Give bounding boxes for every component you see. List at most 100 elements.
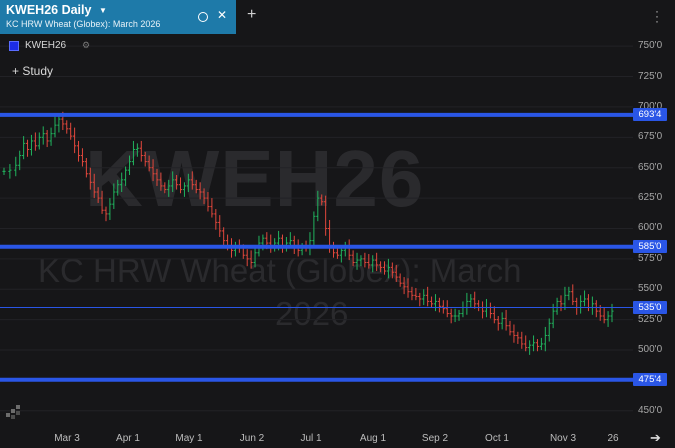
ohlc-bar — [602, 307, 606, 324]
ohlc-bar — [139, 140, 143, 162]
ohlc-bar — [582, 290, 587, 307]
level-badge: 693'4 — [633, 108, 667, 122]
ohlc-bar — [461, 301, 465, 318]
ohlc-bar — [586, 294, 591, 312]
ohlc-bar — [347, 239, 351, 261]
ohlc-bar — [406, 278, 410, 298]
time-tick-label: Jul 1 — [300, 433, 322, 444]
ohlc-bar — [512, 324, 516, 343]
ohlc-bar — [579, 295, 583, 314]
ohlc-bar — [331, 241, 336, 258]
ohlc-bar — [116, 179, 120, 196]
ohlc-bar — [167, 179, 171, 197]
ohlc-bar — [178, 177, 183, 194]
ohlc-bar — [492, 306, 496, 324]
ohlc-bar — [524, 335, 528, 352]
ohlc-bar — [182, 182, 187, 197]
ohlc-bar — [484, 298, 489, 318]
time-tick-label: Mar 3 — [54, 433, 80, 444]
ohlc-bar — [473, 291, 477, 309]
price-axis[interactable]: 750'0 725'0 700'0 675'0 650'0 625'0 600'0 575'0… — [633, 34, 675, 426]
ohlc-bar — [402, 277, 406, 295]
time-tick-label: Oct 1 — [485, 433, 509, 444]
ohlc-bar — [539, 337, 543, 351]
add-study-button[interactable]: + Study — [12, 64, 53, 78]
time-tick-label: Sep 2 — [421, 433, 449, 444]
gear-icon[interactable]: ⚙ — [82, 40, 90, 51]
ohlc-bar — [480, 301, 485, 319]
time-tick-label: Nov 3 — [549, 433, 577, 444]
ohlc-bar — [186, 173, 190, 193]
ohlc-bar — [528, 340, 532, 355]
ohlc-bar — [253, 247, 257, 268]
ohlc-bar — [194, 179, 198, 194]
ohlc-bar — [477, 300, 481, 312]
ohlc-bar — [414, 288, 418, 301]
ohlc-bar — [100, 190, 104, 214]
ohlc-bar — [394, 264, 398, 282]
ohlc-bar — [57, 114, 61, 133]
ohlc-bar — [520, 331, 524, 349]
ohlc-bar — [155, 168, 159, 186]
chevron-right-icon[interactable]: ➔ — [650, 430, 661, 446]
ohlc-bar — [555, 297, 559, 315]
ohlc-bar — [351, 250, 355, 267]
ohlc-bar — [445, 300, 449, 318]
ohlc-bar — [163, 182, 167, 194]
price-tick-label: 625'0 — [638, 192, 663, 204]
ohlc-bar — [563, 286, 567, 310]
ohlc-bar — [171, 171, 175, 193]
series-color-swatch — [9, 41, 19, 51]
ohlc-bar — [422, 289, 426, 306]
ohlc-bar — [339, 246, 343, 263]
ohlc-bar — [218, 215, 222, 237]
ohlc-bar — [269, 234, 273, 253]
ohlc-bar — [124, 166, 128, 186]
ohlc-bar — [131, 140, 136, 166]
ohlc-bar — [469, 294, 473, 308]
ohlc-bar — [312, 211, 316, 247]
ohlc-bar — [49, 127, 53, 146]
ohlc-bar — [590, 296, 594, 315]
ohlc-bar — [508, 320, 512, 336]
ohlc-bar — [112, 183, 116, 210]
ohlc-bar — [375, 252, 379, 272]
price-bars — [2, 111, 614, 355]
ohlc-bar — [433, 294, 438, 312]
level-lines — [0, 112, 633, 382]
ohlc-bar — [206, 192, 210, 212]
level-badge: 585'0 — [633, 240, 667, 254]
ohlc-bar — [571, 284, 575, 306]
ohlc-bar — [367, 254, 371, 269]
ohlc-bar — [504, 309, 508, 331]
ohlc-bar — [37, 132, 41, 150]
level-badge: 535'0 — [633, 300, 667, 314]
time-tick-label: Jun 2 — [239, 433, 265, 444]
time-tick-label: Apr 1 — [116, 433, 140, 444]
price-tick-label: 750'0 — [638, 40, 663, 52]
ohlc-bar — [245, 249, 249, 267]
legend-symbol: KWEH26 — [25, 40, 67, 51]
price-tick-label: 450'0 — [638, 404, 663, 416]
ohlc-bar — [543, 326, 547, 352]
ohlc-bar — [488, 302, 492, 319]
ohlc-bar — [210, 198, 214, 218]
ohlc-bar — [449, 308, 453, 324]
ohlc-bar — [92, 173, 96, 199]
ohlc-bar — [316, 190, 320, 222]
ohlc-bar — [535, 339, 540, 352]
ohlc-bar — [159, 172, 163, 191]
price-tick-label: 525'0 — [638, 313, 663, 325]
ohlc-bar — [500, 312, 504, 330]
ohlc-bar — [288, 232, 292, 247]
price-chart[interactable] — [0, 0, 675, 448]
ohlc-bar — [73, 127, 77, 154]
ohlc-bar — [104, 206, 108, 222]
ohlc-bar — [496, 315, 500, 331]
ohlc-bar — [320, 194, 324, 206]
ohlc-bar — [45, 130, 49, 148]
time-axis[interactable]: ➔ Mar 3 Apr 1 May 1 Jun 2 Jul 1 Aug 1 Sep 2 Oct… — [0, 428, 675, 448]
ohlc-bar — [437, 297, 442, 313]
ohlc-bar — [382, 261, 387, 275]
ohlc-bar — [80, 148, 85, 167]
